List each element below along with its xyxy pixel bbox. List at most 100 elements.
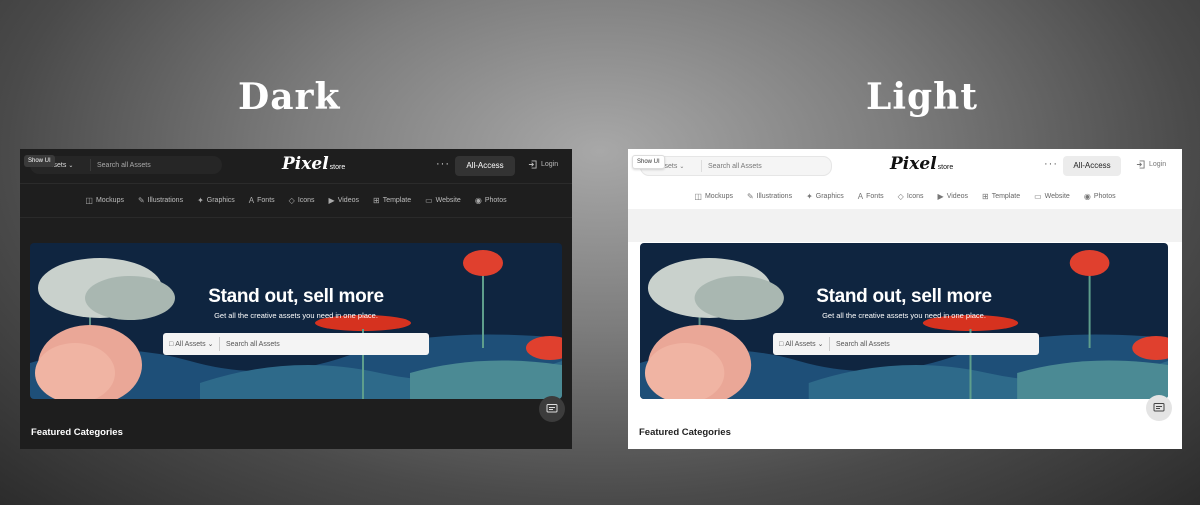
all-access-button[interactable]: All-Access bbox=[1063, 156, 1121, 176]
laptop-icon: ▭ bbox=[425, 195, 433, 205]
divider bbox=[701, 160, 702, 172]
category-illustrations[interactable]: ✎ Illustrations bbox=[138, 196, 183, 205]
category-icons[interactable]: ◇ Icons bbox=[898, 192, 924, 201]
database-icon: ◫ bbox=[85, 195, 93, 205]
category-photos[interactable]: ◉ Photos bbox=[1084, 192, 1116, 201]
dark-preview: All Assets ⌄ Search all Assets Show UI P… bbox=[20, 149, 572, 449]
hero-category-select[interactable]: □ All Assets ⌄ bbox=[163, 340, 219, 349]
category-graphics[interactable]: ✦ Graphics bbox=[197, 196, 235, 205]
category-template[interactable]: ⊞ Template bbox=[373, 196, 411, 205]
category-label: Fonts bbox=[866, 192, 884, 200]
chevron-down-icon: ⌄ bbox=[68, 162, 74, 169]
category-mockups[interactable]: ◫ Mockups bbox=[85, 196, 124, 205]
category-icons[interactable]: ◇ Icons bbox=[289, 196, 315, 205]
category-mockups[interactable]: ◫ Mockups bbox=[694, 192, 733, 201]
divider bbox=[219, 337, 220, 351]
show-ui-button[interactable]: Show UI bbox=[24, 155, 55, 167]
logo[interactable]: Pixel store bbox=[282, 154, 345, 176]
featured-categories-heading: Featured Categories bbox=[31, 427, 123, 438]
category-label: Mockups bbox=[95, 196, 124, 204]
category-label: Photos bbox=[1093, 192, 1116, 200]
category-videos[interactable]: ▶ Videos bbox=[938, 192, 968, 201]
hero-banner: Stand out, sell more Get all the creativ… bbox=[30, 243, 562, 399]
category-label: Videos bbox=[946, 192, 968, 200]
category-label: Icons bbox=[906, 192, 924, 200]
category-label: Graphics bbox=[206, 196, 235, 204]
grid-icon: ⊞ bbox=[372, 195, 380, 205]
database-icon: ◫ bbox=[694, 191, 702, 201]
chevron-down-icon: ⌄ bbox=[207, 341, 214, 348]
light-heading: Light bbox=[866, 76, 978, 118]
featured-categories-heading: Featured Categories bbox=[639, 427, 731, 438]
category-photos[interactable]: ◉ Photos bbox=[475, 196, 507, 205]
category-label: Template bbox=[382, 196, 412, 204]
hero-subtitle: Get all the creative assets you need in … bbox=[214, 311, 378, 320]
gem-icon: ◇ bbox=[288, 195, 295, 205]
hero-banner: Stand out, sell more Get all the creativ… bbox=[640, 243, 1168, 399]
camera-icon: ◉ bbox=[474, 195, 482, 205]
divider bbox=[90, 159, 91, 171]
logo-sub: store bbox=[329, 164, 346, 171]
category-fonts[interactable]: A Fonts bbox=[858, 192, 884, 201]
hero-search-input[interactable]: Search all Assets bbox=[836, 341, 890, 348]
category-videos[interactable]: ▶ Videos bbox=[329, 196, 359, 205]
chat-icon bbox=[1153, 403, 1165, 412]
chevron-down-icon: ⌄ bbox=[679, 163, 685, 170]
logo[interactable]: Pixel store bbox=[890, 154, 953, 176]
category-label: Videos bbox=[337, 196, 359, 204]
hero-category-select[interactable]: □ All Assets ⌄ bbox=[773, 340, 829, 349]
category-label: Illustrations bbox=[147, 196, 184, 204]
category-label: Illustrations bbox=[756, 192, 793, 200]
logo-main: Pixel bbox=[282, 154, 329, 174]
category-label: Website bbox=[435, 196, 461, 204]
login-link[interactable]: Login bbox=[528, 160, 558, 169]
hero-search-input[interactable]: Search all Assets bbox=[226, 341, 280, 348]
show-ui-button[interactable]: Show UI bbox=[632, 155, 665, 169]
content-background bbox=[628, 209, 1182, 242]
category-label: Icons bbox=[297, 196, 315, 204]
header-search[interactable]: All Assets ⌄ Search all Assets bbox=[640, 156, 832, 176]
hero-search-bar[interactable]: □ All Assets ⌄ Search all Assets bbox=[773, 333, 1039, 355]
category-graphics[interactable]: ✦ Graphics bbox=[806, 192, 844, 201]
login-label: Login bbox=[541, 161, 559, 168]
laptop-icon: ▭ bbox=[1034, 191, 1042, 201]
login-label: Login bbox=[1149, 161, 1167, 168]
hero-title: Stand out, sell more bbox=[816, 286, 992, 307]
camera-icon: ◉ bbox=[1083, 191, 1091, 201]
more-menu-button[interactable]: ··· bbox=[1044, 158, 1058, 170]
divider bbox=[829, 337, 830, 351]
category-label: Photos bbox=[484, 196, 507, 204]
hero-illustration bbox=[30, 243, 562, 399]
login-link[interactable]: Login bbox=[1136, 160, 1166, 169]
chat-button[interactable] bbox=[539, 396, 565, 422]
category-label: Website bbox=[1044, 192, 1070, 200]
graphics-icon: ✦ bbox=[806, 191, 813, 201]
more-menu-button[interactable]: ··· bbox=[436, 158, 450, 170]
all-access-button[interactable]: All-Access bbox=[455, 156, 515, 176]
chat-icon bbox=[546, 404, 558, 413]
category-website[interactable]: ▭ Website bbox=[1034, 192, 1070, 201]
category-illustrations[interactable]: ✎ Illustrations bbox=[747, 192, 792, 201]
logo-sub: store bbox=[937, 164, 954, 171]
gem-icon: ◇ bbox=[897, 191, 904, 201]
search-input[interactable]: Search all Assets bbox=[708, 163, 762, 170]
search-input[interactable]: Search all Assets bbox=[97, 162, 151, 169]
video-icon: ▶ bbox=[328, 195, 335, 205]
header-search[interactable]: All Assets ⌄ Search all Assets bbox=[30, 156, 222, 174]
video-icon: ▶ bbox=[937, 191, 944, 201]
pen-icon: ✎ bbox=[137, 195, 145, 205]
login-icon bbox=[528, 160, 537, 169]
category-fonts[interactable]: A Fonts bbox=[249, 196, 275, 205]
dark-heading: Dark bbox=[238, 76, 341, 118]
hero-search-bar[interactable]: □ All Assets ⌄ Search all Assets bbox=[163, 333, 429, 355]
pen-icon: ✎ bbox=[746, 191, 754, 201]
chat-button[interactable] bbox=[1146, 395, 1172, 421]
category-nav: ◫ Mockups ✎ Illustrations ✦ Graphics A Fonts… bbox=[20, 183, 572, 218]
hero-category-label: All Assets bbox=[785, 340, 816, 348]
category-website[interactable]: ▭ Website bbox=[425, 196, 461, 205]
hero-subtitle: Get all the creative assets you need in … bbox=[822, 311, 986, 320]
grid-icon: ⊞ bbox=[981, 191, 989, 201]
category-template[interactable]: ⊞ Template bbox=[982, 192, 1020, 201]
font-icon: A bbox=[248, 195, 255, 205]
top-bar: All Assets ⌄ Search all Assets Show UI P… bbox=[628, 149, 1182, 184]
